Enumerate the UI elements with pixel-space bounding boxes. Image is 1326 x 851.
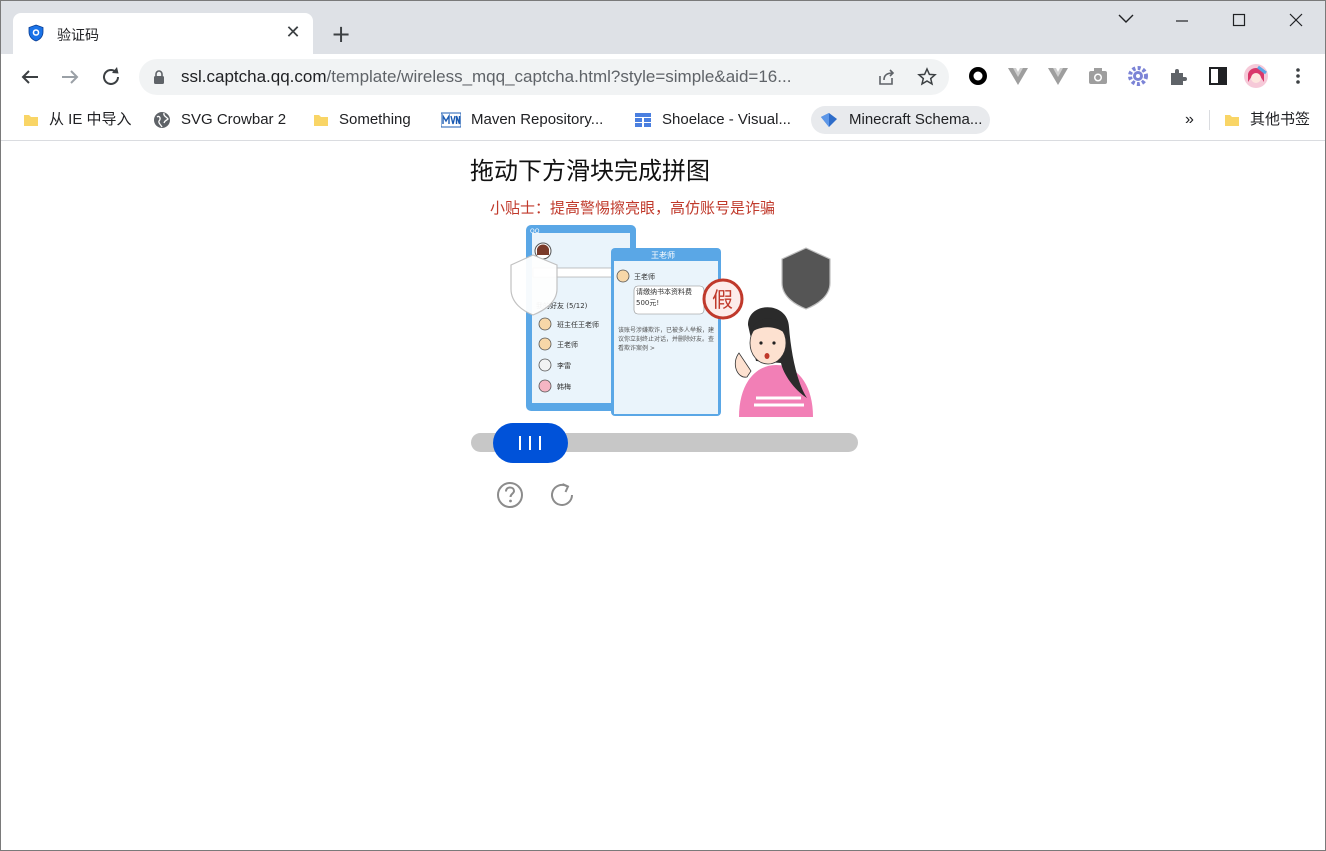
new-tab-button[interactable]: + — [327, 20, 355, 48]
star-icon[interactable] — [917, 67, 937, 87]
side-panel-icon[interactable] — [1206, 64, 1230, 88]
bookmark-minecraft[interactable]: Minecraft Schema... — [811, 106, 991, 134]
tab-search-icon[interactable] — [1103, 5, 1149, 35]
bookmark-shoelace[interactable]: Shoelace - Visual... — [634, 106, 791, 134]
url-text[interactable]: ssl.captcha.qq.com/template/wireless_mqq… — [181, 67, 791, 87]
tab-captcha[interactable]: 验证码 ✕ — [13, 13, 313, 54]
url-path: /template/wireless_mqq_captcha.html?styl… — [326, 67, 792, 86]
bookmarks-bar: 从 IE 中导入 SVG Crowbar 2 Something Maven R… — [1, 100, 1325, 141]
bookmark-label: SVG Crowbar 2 — [181, 111, 287, 128]
folder-icon — [24, 115, 38, 127]
folder-icon — [1225, 115, 1239, 127]
maximize-icon[interactable] — [1216, 5, 1262, 35]
bookmark-other[interactable]: 其他书签 — [1224, 106, 1310, 134]
close-window-icon[interactable] — [1273, 5, 1319, 35]
captcha-instruction: 拖动下方滑块完成拼图 — [470, 157, 710, 185]
minimize-icon[interactable] — [1159, 5, 1205, 35]
bookmark-maven[interactable]: Maven Repository... — [441, 106, 603, 134]
grid-icon — [635, 113, 651, 128]
bookmark-label: 从 IE 中导入 — [49, 111, 132, 128]
bookmarks-overflow-button[interactable]: » — [1185, 106, 1194, 134]
bookmark-label: Something — [339, 111, 411, 128]
address-bar[interactable]: ssl.captcha.qq.com/template/wireless_mqq… — [139, 59, 949, 95]
contact-name: 李雷 — [557, 361, 571, 370]
bookmarks-divider — [1209, 110, 1210, 130]
diamond-icon — [821, 113, 837, 128]
contact-name: 韩梅 — [557, 382, 571, 391]
qq-chat-window: 王老师 王老师 请缴纳书本资料费500元! 该账号涉嫌欺诈，已被多人举报，建议你… — [611, 248, 721, 416]
vue-devtools-icon[interactable] — [1006, 64, 1030, 88]
chat-warning: 该账号涉嫌欺诈，已被多人举报，建议你立刻终止对话，并删除好友。查看欺诈案例 > — [618, 327, 715, 352]
svg-text:假: 假 — [712, 288, 733, 312]
share-icon[interactable] — [877, 67, 897, 87]
lock-icon[interactable] — [153, 70, 165, 84]
forward-icon[interactable] — [56, 63, 84, 91]
svg-text:王老师: 王老师 — [634, 272, 655, 281]
ring-extension-icon[interactable] — [966, 64, 990, 88]
tip-text: 小贴士：提高警惕擦亮眼，高仿账号是诈骗 — [490, 199, 775, 217]
globe-icon — [154, 112, 170, 129]
chat-message: 请缴纳书本资料费500元! — [636, 288, 692, 307]
fake-stamp: 假 — [702, 278, 744, 320]
toolbar: ssl.captcha.qq.com/template/wireless_mqq… — [1, 54, 1325, 100]
close-tab-icon[interactable]: ✕ — [281, 21, 305, 45]
reload-icon[interactable] — [97, 63, 125, 91]
menu-kebab-icon[interactable] — [1286, 64, 1310, 88]
grip-line-icon — [519, 436, 522, 450]
extensions-puzzle-icon[interactable] — [1166, 64, 1190, 88]
svg-text:王老师: 王老师 — [651, 250, 675, 260]
folder-icon — [314, 115, 328, 127]
slider-handle[interactable] — [492, 423, 568, 463]
grip-line-icon — [539, 436, 542, 450]
camera-icon[interactable] — [1086, 64, 1110, 88]
bookmark-svg-crowbar[interactable]: SVG Crowbar 2 — [153, 106, 286, 134]
bookmark-label: Minecraft Schema... — [849, 111, 983, 128]
contact-name: 王老师 — [557, 340, 578, 349]
vue-devtools-2-icon[interactable] — [1046, 64, 1070, 88]
bookmark-label: Maven Repository... — [471, 111, 604, 128]
url-host: ssl.captcha.qq.com — [181, 67, 327, 86]
page-content: 拖动下方滑块完成拼图 小贴士：提高警惕擦亮眼，高仿账号是诈骗 QQ 我的好友 (… — [1, 141, 1325, 850]
bookmark-something[interactable]: Something — [313, 106, 411, 134]
grip-line-icon — [529, 436, 532, 450]
bookmark-label: Shoelace - Visual... — [662, 111, 791, 128]
tab-strip: 验证码 ✕ + — [1, 1, 1325, 54]
browser-window: 验证码 ✕ + ssl.captcha.qq.com/template/wire… — [0, 0, 1326, 851]
help-icon[interactable] — [495, 480, 525, 510]
back-icon[interactable] — [16, 63, 44, 91]
refresh-captcha-icon[interactable] — [547, 480, 577, 510]
mvn-icon — [441, 112, 461, 128]
captcha-puzzle-image: 小贴士：提高警惕擦亮眼，高仿账号是诈骗 QQ 我的好友 (5/12) 班主任王老… — [471, 193, 859, 417]
bookmark-label: 其他书签 — [1250, 111, 1311, 128]
tab-title: 验证码 — [57, 28, 99, 44]
contact-name: 班主任王老师 — [557, 320, 599, 329]
svg-text:QQ: QQ — [530, 228, 540, 235]
avatar[interactable] — [1244, 64, 1268, 88]
bookmark-import-ie[interactable]: 从 IE 中导入 — [23, 106, 132, 134]
gear-extension-icon[interactable] — [1126, 64, 1150, 88]
shield-favicon-icon — [28, 24, 44, 42]
